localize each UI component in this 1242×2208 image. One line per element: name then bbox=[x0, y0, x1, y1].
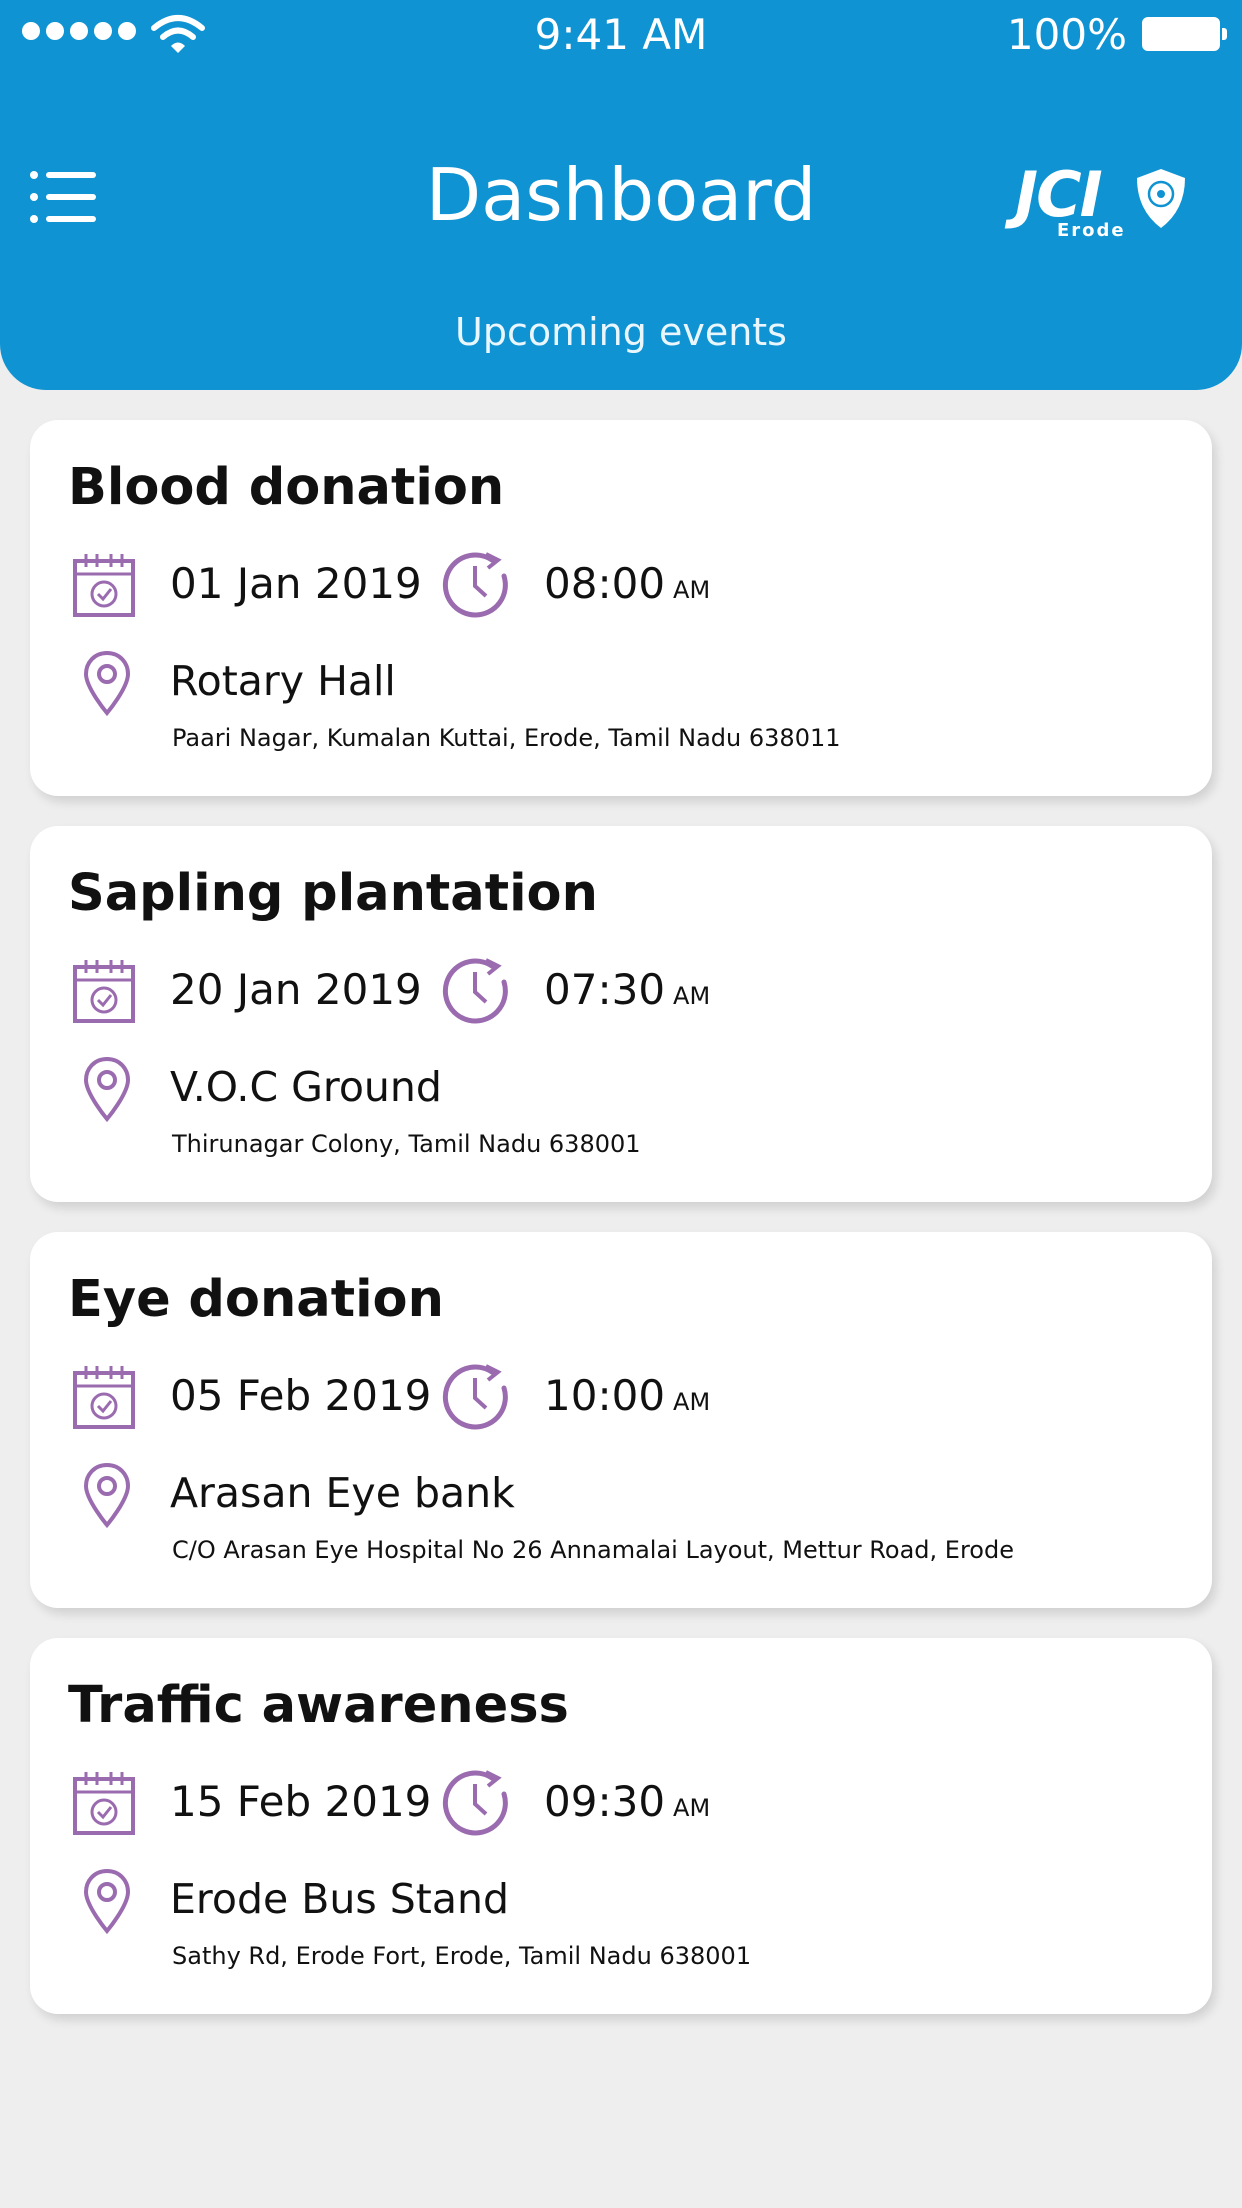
logo-subtext: Erode bbox=[1057, 220, 1126, 241]
event-title: Traffic awareness bbox=[68, 1676, 569, 1735]
event-date: 15 Feb 2019 bbox=[170, 1777, 432, 1826]
event-date: 05 Feb 2019 bbox=[170, 1371, 432, 1420]
event-date: 20 Jan 2019 bbox=[170, 965, 422, 1014]
event-time: 09:30 AM bbox=[544, 1774, 710, 1836]
shield-icon bbox=[1137, 169, 1185, 228]
event-address: C/O Arasan Eye Hospital No 26 Annamalai … bbox=[172, 1536, 1014, 1564]
calendar-icon bbox=[73, 1366, 135, 1429]
calendar-icon bbox=[73, 1772, 135, 1835]
event-time-ampm: AM bbox=[673, 576, 711, 604]
event-time-ampm: AM bbox=[673, 982, 711, 1010]
event-card[interactable]: Blood donation 01 Jan 2019 08:00 AM Rotar… bbox=[30, 420, 1212, 796]
jci-logo: JCI Erode bbox=[1015, 160, 1195, 250]
event-time-value: 10:00 bbox=[544, 1371, 666, 1420]
calendar-icon bbox=[73, 960, 135, 1023]
section-subtitle: Upcoming events bbox=[455, 310, 787, 354]
event-venue: V.O.C Ground bbox=[170, 1063, 442, 1111]
calendar-icon bbox=[73, 554, 135, 617]
location-pin-icon bbox=[83, 1056, 131, 1122]
event-venue: Arasan Eye bank bbox=[170, 1469, 515, 1517]
event-time-ampm: AM bbox=[673, 1388, 711, 1416]
event-venue: Rotary Hall bbox=[170, 657, 396, 705]
event-time: 07:30 AM bbox=[544, 962, 710, 1024]
clock-icon bbox=[442, 552, 508, 618]
event-time: 10:00 AM bbox=[544, 1368, 710, 1430]
location-pin-icon bbox=[83, 1462, 131, 1528]
battery-icon bbox=[1142, 17, 1227, 51]
battery-percentage: 100% bbox=[1006, 10, 1127, 59]
event-time-value: 09:30 bbox=[544, 1777, 666, 1826]
status-bar: 9:41 AM 100% bbox=[0, 0, 1242, 70]
event-address: Thirunagar Colony, Tamil Nadu 638001 bbox=[172, 1130, 641, 1158]
app-header: 9:41 AM 100% Dashboard JCI Erode Upcomin… bbox=[0, 0, 1242, 390]
location-pin-icon bbox=[83, 650, 131, 716]
event-card[interactable]: Traffic awareness 15 Feb 2019 09:30 AM Er… bbox=[30, 1638, 1212, 2014]
event-card[interactable]: Eye donation 05 Feb 2019 10:00 AM Arasan … bbox=[30, 1232, 1212, 1608]
clock-icon bbox=[442, 1364, 508, 1430]
event-title: Eye donation bbox=[68, 1270, 444, 1329]
event-time-value: 08:00 bbox=[544, 559, 666, 608]
clock-icon bbox=[442, 958, 508, 1024]
event-time: 08:00 AM bbox=[544, 556, 710, 618]
event-time-value: 07:30 bbox=[544, 965, 666, 1014]
event-venue: Erode Bus Stand bbox=[170, 1875, 509, 1923]
event-title: Blood donation bbox=[68, 458, 505, 517]
clock-icon bbox=[442, 1770, 508, 1836]
event-time-ampm: AM bbox=[673, 1794, 711, 1822]
event-card[interactable]: Sapling plantation 20 Jan 2019 07:30 AM V… bbox=[30, 826, 1212, 1202]
event-address: Sathy Rd, Erode Fort, Erode, Tamil Nadu … bbox=[172, 1942, 752, 1970]
event-title: Sapling plantation bbox=[68, 864, 598, 923]
event-address: Paari Nagar, Kumalan Kuttai, Erode, Tami… bbox=[172, 724, 841, 752]
event-date: 01 Jan 2019 bbox=[170, 559, 422, 608]
location-pin-icon bbox=[83, 1868, 131, 1934]
